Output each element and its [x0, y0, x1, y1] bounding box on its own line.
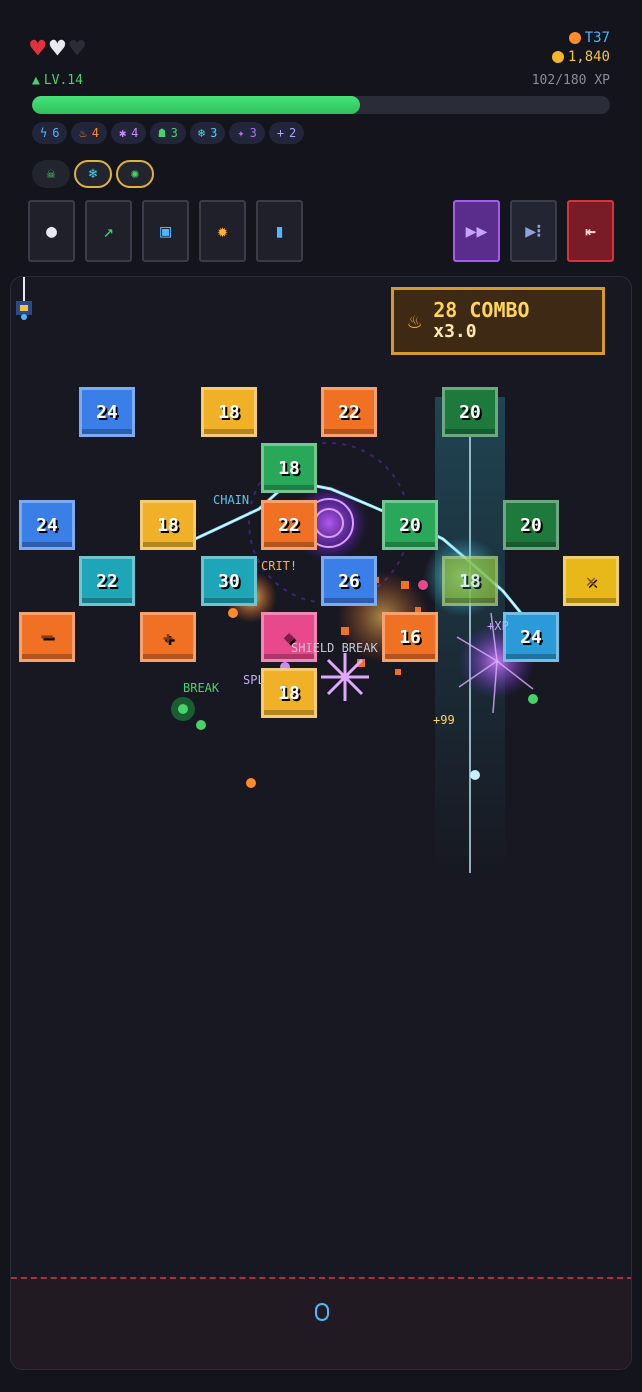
xp-popup: +XP — [487, 619, 509, 633]
brick: 16 — [382, 612, 438, 662]
brick: 24 — [503, 612, 559, 662]
brick: 18 — [442, 556, 498, 606]
level-up-arrow-icon: ▲ — [32, 73, 40, 88]
step-icon: ▶⁝ — [525, 220, 542, 242]
penguin-icon[interactable]: ● — [28, 200, 75, 262]
exit-button[interactable]: ⇤ — [567, 200, 614, 262]
heart-icon: ♥ — [69, 34, 85, 64]
ball-count-icon — [315, 1303, 329, 1321]
coin-label: 1,840 — [567, 49, 610, 65]
brick: 30 — [201, 556, 257, 606]
stat-chip-void: ✦ 3 — [229, 122, 265, 144]
ability-bar: ● ↗ ▣ ✹ ▮ — [28, 200, 303, 262]
brick: 18 — [140, 500, 196, 550]
crit-text: CRIT! — [261, 559, 298, 573]
game-controls: ▶▶ ▶⁝ ⇤ — [453, 200, 614, 262]
brick: 18 — [261, 443, 317, 493]
brick: 20 — [442, 387, 498, 437]
stat-chip-frost: ❄ 3 — [189, 122, 226, 144]
brick-special: ━ — [19, 612, 75, 662]
stat-chips: ϟ6 ♨ 4 ✱ 4 ☗ 3 ❄ 3 ✦ 3 +2 — [32, 122, 305, 144]
turn-icon — [568, 32, 581, 44]
fast-forward-icon: ▶▶ — [465, 220, 488, 242]
plus-icon: ✚ — [162, 626, 174, 648]
brick: 24 — [79, 387, 135, 437]
brick: 18 — [201, 387, 257, 437]
sun-icon[interactable]: ✹ — [199, 200, 246, 262]
spark-star-effect — [321, 653, 369, 701]
brick: 18 — [261, 668, 317, 718]
minus-icon: ━ — [41, 626, 53, 648]
cross-icon: ✕ — [585, 570, 597, 592]
xp-label: 102/180 XP — [531, 73, 610, 88]
brick: 20 — [382, 500, 438, 550]
step-button[interactable]: ▶⁝ — [510, 200, 557, 262]
bolt-icon: ϟ — [40, 126, 48, 140]
shield-break-text: SHIELD BREAK — [291, 641, 378, 655]
break-text: BREAK — [183, 681, 220, 695]
brick: 22 — [261, 500, 317, 550]
flame-icon: ♨ — [79, 126, 87, 140]
poison-icon: ☗ — [158, 126, 166, 140]
void-icon: ✦ — [237, 126, 245, 140]
brick: 22 — [79, 556, 135, 606]
stat-chip-sparkle: ✱ 4 — [110, 122, 147, 144]
score-popup: +99 — [433, 713, 455, 727]
coin-counter: 1,840 — [551, 49, 610, 65]
playfield[interactable]: ♨ 28 COMBO x3.0 24 18 22 20 18 24 18 22 … — [10, 276, 632, 1370]
heart-icon: ♥ — [49, 34, 66, 64]
split-text: SPL — [243, 673, 265, 687]
danger-zone — [11, 1277, 631, 1369]
screen-icon[interactable]: ▣ — [142, 200, 189, 262]
fast-forward-button[interactable]: ▶▶ — [453, 200, 500, 262]
brick: 22 — [321, 387, 377, 437]
stat-chip-flame: ♨ 4 — [71, 122, 107, 144]
coin-icon — [551, 51, 564, 63]
effects-layer — [171, 397, 538, 877]
plus-icon: + — [276, 126, 285, 140]
combo-banner: ♨ 28 COMBO x3.0 — [391, 287, 605, 355]
sparkle-icon: ✱ — [118, 126, 127, 140]
chain-text: CHAIN — [213, 493, 250, 507]
xp-progress-fill — [32, 96, 360, 114]
frost-icon: ❄ — [197, 126, 206, 140]
exit-icon: ⇤ — [585, 220, 596, 242]
ball-launcher[interactable] — [11, 277, 37, 321]
brick: 26 — [321, 556, 377, 606]
bug-relic-icon[interactable]: ✺ — [116, 160, 154, 188]
health-hearts: ♥ ♥ ♥ — [30, 36, 85, 62]
level-indicator: ▲ LV.14 — [32, 73, 83, 88]
level-label: LV.14 — [43, 73, 83, 88]
brick: 24 — [19, 500, 75, 550]
brick-special: ✕ — [563, 556, 619, 606]
brick: 20 — [503, 500, 559, 550]
skull-relic-icon[interactable]: ☠ — [32, 160, 70, 188]
chart-icon[interactable]: ↗ — [85, 200, 132, 262]
stat-chip-plus: +2 — [268, 122, 305, 144]
stat-chip-bolt: ϟ6 — [32, 122, 68, 144]
combo-count: 28 COMBO — [433, 298, 530, 322]
ghost-icon[interactable]: ▮ — [256, 200, 303, 262]
combo-multiplier: x3.0 — [433, 321, 477, 342]
turn-counter: T37 — [568, 30, 610, 46]
flame-icon: ♨ — [408, 308, 422, 334]
frost-relic-icon[interactable]: ❄ — [74, 160, 112, 188]
relic-bar: ☠ ❄ ✺ — [32, 160, 154, 188]
stat-chip-poison: ☗ 3 — [150, 122, 186, 144]
turn-label: T37 — [584, 30, 610, 46]
brick-special: ✚ — [140, 612, 196, 662]
heart-icon: ♥ — [30, 34, 46, 64]
xp-progress-bar — [32, 96, 610, 114]
